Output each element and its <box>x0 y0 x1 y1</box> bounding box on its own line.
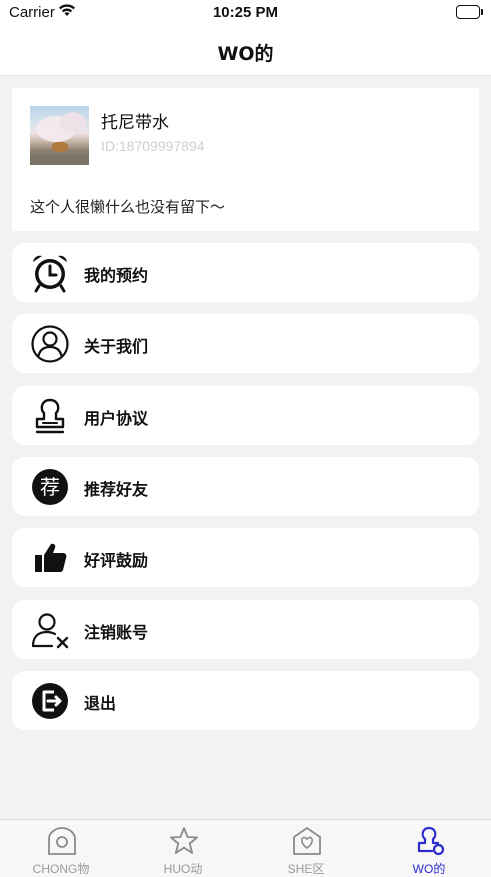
stamp-icon <box>30 396 70 436</box>
menu-item-appointments[interactable]: 我的预约 <box>12 243 479 302</box>
menu-item-logout[interactable]: 退出 <box>12 671 479 730</box>
avatar[interactable] <box>30 106 89 165</box>
menu-label: 我的预约 <box>84 266 149 285</box>
menu-item-delete-account[interactable]: 注销账号 <box>12 600 479 659</box>
tab-label: WO的 <box>412 862 446 876</box>
menu-item-recommend[interactable]: 荐 推荐好友 <box>12 457 479 516</box>
tab-pets[interactable]: CHONG物 <box>0 820 122 877</box>
profile-bio: 这个人很懒什么也没有留下～ <box>30 198 226 216</box>
page-title: WO的 <box>217 43 274 65</box>
menu-label: 推荐好友 <box>84 480 149 499</box>
stamp-person-icon <box>414 825 446 857</box>
alarm-clock-icon <box>30 253 70 293</box>
menu-item-rate[interactable]: 好评鼓励 <box>12 528 479 587</box>
star-icon <box>168 825 200 857</box>
menu-label: 用户协议 <box>84 409 149 428</box>
tab-mine[interactable]: WO的 <box>368 820 490 877</box>
tab-community[interactable]: SHE区 <box>245 820 367 877</box>
profile-name: 托尼带水 <box>101 113 169 133</box>
menu-item-agreement[interactable]: 用户协议 <box>12 386 479 445</box>
clock-time: 10:25 PM <box>212 4 279 21</box>
menu-item-about[interactable]: 关于我们 <box>12 314 479 373</box>
tab-activity[interactable]: HUO动 <box>122 820 244 877</box>
user-remove-icon <box>30 610 70 650</box>
svg-text:荐: 荐 <box>40 475 60 499</box>
menu-label: 好评鼓励 <box>84 551 149 570</box>
tab-label: SHE区 <box>287 862 325 876</box>
menu-label: 退出 <box>84 694 117 713</box>
exit-icon <box>30 681 70 721</box>
navigation-bar: WO的 <box>0 26 491 76</box>
recommend-icon: 荐 <box>30 467 70 507</box>
heart-house-icon <box>291 825 323 857</box>
tab-bar: CHONG物 HUO动 SHE区 WO的 <box>0 819 491 877</box>
house-icon <box>46 825 78 857</box>
thumbs-up-icon <box>30 538 70 578</box>
menu-label: 关于我们 <box>84 337 149 356</box>
menu-label: 注销账号 <box>84 623 149 642</box>
battery-icon <box>456 5 483 19</box>
tab-label: HUO动 <box>163 862 203 876</box>
status-bar: Carrier 10:25 PM <box>0 0 491 26</box>
user-circle-icon <box>30 324 70 364</box>
profile-id: ID:18709997894 <box>101 138 205 154</box>
tab-label: CHONG物 <box>32 862 90 876</box>
profile-card[interactable]: 托尼带水 ID:18709997894 这个人很懒什么也没有留下～ <box>12 88 479 231</box>
